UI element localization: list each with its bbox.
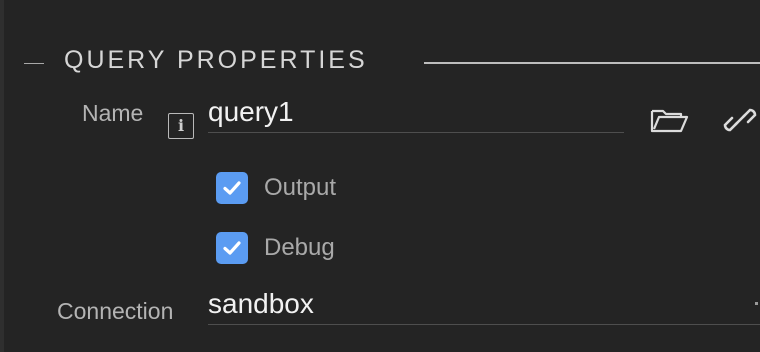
checkmark-icon [223,181,241,195]
section-title: QUERY PROPERTIES [64,46,368,74]
info-icon[interactable]: i [168,113,194,139]
header-rule-right [424,62,760,64]
dropdown-indicator[interactable] [755,302,758,305]
folder-open-icon[interactable] [650,106,690,134]
name-label: Name [82,100,144,126]
section-header: QUERY PROPERTIES [0,40,760,84]
connection-value[interactable]: sandbox [208,288,314,320]
connection-label: Connection [57,298,174,324]
debug-label[interactable]: Debug [264,234,335,262]
header-rule-left [24,63,44,64]
link-icon[interactable] [722,104,758,136]
query-properties-panel: QUERY PROPERTIES Name i query1 Output De… [0,0,760,352]
connection-field[interactable]: sandbox [208,284,760,325]
name-value[interactable]: query1 [208,96,294,128]
debug-checkbox[interactable] [216,232,248,264]
name-field[interactable]: query1 [208,92,624,133]
checkmark-icon [223,241,241,255]
output-label[interactable]: Output [264,174,336,202]
output-checkbox[interactable] [216,172,248,204]
